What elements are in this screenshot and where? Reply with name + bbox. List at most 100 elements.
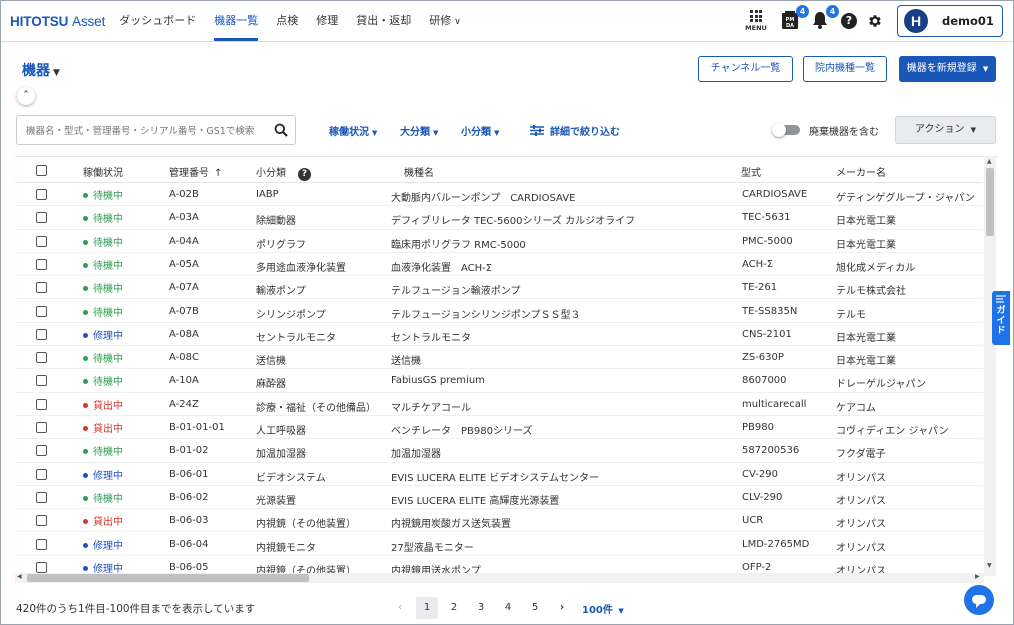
model-name-cell[interactable]: 血液浄化装置 ACH-Σ bbox=[391, 259, 492, 274]
table-row[interactable]: 待機中 A-03A 除細動器 デフィブリレータ TEC-5600シリーズ カルジオライ… bbox=[15, 206, 983, 230]
row-checkbox[interactable] bbox=[36, 189, 47, 200]
vertical-scrollbar[interactable]: ▲ ▼ bbox=[984, 156, 996, 576]
previous-page-button[interactable]: ‹ bbox=[389, 597, 411, 619]
model-name-cell[interactable]: 送信機 bbox=[391, 352, 421, 367]
row-checkbox[interactable] bbox=[36, 352, 47, 364]
minor-category-filter[interactable]: 小分類 ▼ bbox=[461, 123, 499, 138]
include-disposed-toggle[interactable] bbox=[772, 123, 800, 137]
detail-filter-button[interactable]: 詳細で絞り込む bbox=[530, 123, 620, 138]
channel-list-button[interactable]: チャンネル一覧 bbox=[698, 56, 793, 82]
row-checkbox[interactable] bbox=[36, 445, 47, 457]
model-name-cell[interactable]: ベンチレータ PB980シリーズ bbox=[391, 422, 532, 437]
column-header-model-name[interactable]: 機種名 bbox=[404, 164, 434, 179]
page-number-button[interactable]: 5 bbox=[524, 597, 546, 619]
table-row[interactable]: 貸出中 B-01-01-01 人工呼吸器 ベンチレータ PB980シリーズ PB980 コ… bbox=[15, 416, 983, 440]
row-checkbox[interactable] bbox=[36, 235, 47, 247]
table-row[interactable]: 待機中 A-07B シリンジポンプ テルフュージョンシリンジポンプＳＳ型３ TE-SS8… bbox=[15, 300, 983, 323]
table-row[interactable]: 待機中 A-02B IABP 大動脈内バルーンポンプ CARDIOSAVE CARDIO… bbox=[15, 183, 983, 207]
major-category-filter[interactable]: 大分類 ▼ bbox=[400, 123, 438, 138]
chat-button[interactable] bbox=[964, 585, 994, 615]
row-checkbox[interactable] bbox=[36, 398, 47, 410]
inhouse-model-list-button[interactable]: 院内機種一覧 bbox=[803, 56, 887, 82]
table-row[interactable]: 貸出中 B-06-03 内視鏡（その他装置） 内視鏡用炭酸ガス送気装置 UCR オリンパス bbox=[15, 509, 983, 533]
row-checkbox[interactable] bbox=[36, 561, 47, 573]
row-checkbox[interactable] bbox=[36, 422, 47, 433]
model-name-cell[interactable]: 大動脈内バルーンポンプ CARDIOSAVE bbox=[391, 189, 575, 204]
model-name-cell[interactable]: 内視鏡用炭酸ガス送気装置 bbox=[391, 515, 511, 530]
search-input[interactable]: 機器名・型式・管理番号・シリアル番号・GS1で検索 bbox=[16, 115, 296, 145]
nav-item-3[interactable]: 修理 bbox=[316, 1, 338, 42]
nav-item-2[interactable]: 点検 bbox=[276, 1, 298, 42]
select-all-checkbox[interactable] bbox=[36, 165, 47, 176]
model-name-cell[interactable]: 27型液晶モニター bbox=[391, 539, 474, 554]
table-row[interactable]: 待機中 A-05A 多用途血液浄化装置 血液浄化装置 ACH-Σ ACH-Σ 旭化成メディ… bbox=[15, 253, 983, 277]
search-icon[interactable] bbox=[272, 123, 290, 137]
gear-icon[interactable] bbox=[867, 13, 883, 29]
user-menu-button[interactable]: H demo01 bbox=[897, 5, 1003, 37]
per-page-select[interactable]: 100件 ▼ bbox=[582, 601, 624, 616]
horizontal-scrollbar-thumb[interactable] bbox=[27, 574, 309, 582]
table-row[interactable]: 修理中 B-06-04 内視鏡モニタ 27型液晶モニター LMD-2765MD オリンパス bbox=[15, 533, 983, 556]
row-checkbox[interactable] bbox=[36, 538, 47, 550]
table-row[interactable]: 修理中 B-06-01 ビデオシステム EVIS LUCERA ELITE ビデオシス… bbox=[15, 463, 983, 486]
nav-item-5[interactable]: 研修 ∨ bbox=[429, 1, 461, 42]
model-name-cell[interactable]: テルフュージョン輸液ポンプ bbox=[391, 282, 521, 297]
logo[interactable]: HITOTSU Asset bbox=[10, 14, 105, 29]
scroll-up-arrow-icon[interactable]: ▲ bbox=[987, 158, 992, 165]
row-checkbox[interactable] bbox=[36, 515, 47, 527]
nav-item-1[interactable]: 機器一覧 bbox=[214, 1, 259, 42]
model-name-cell[interactable]: 臨床用ポリグラフ RMC-5000 bbox=[391, 236, 526, 251]
model-name-cell[interactable]: EVIS LUCERA ELITE 高輝度光源装置 bbox=[391, 492, 559, 507]
row-checkbox[interactable] bbox=[36, 375, 47, 387]
horizontal-scrollbar[interactable]: ◀ ▶ bbox=[15, 573, 984, 583]
nav-item-0[interactable]: ダッシュボード bbox=[119, 1, 196, 42]
model-name-cell[interactable]: 加温加湿器 bbox=[391, 445, 441, 460]
nav-item-4[interactable]: 貸出・返却 bbox=[356, 1, 411, 42]
scroll-right-arrow-icon[interactable]: ▶ bbox=[975, 573, 980, 580]
table-row[interactable]: 修理中 A-08A セントラルモニタ セントラルモニタ CNS-2101 日本光電工業 bbox=[15, 323, 983, 347]
model-name-cell[interactable]: マルチケアコール bbox=[391, 399, 471, 414]
model-name-cell[interactable]: デフィブリレータ TEC-5600シリーズ カルジオライフ bbox=[391, 212, 635, 227]
next-page-button[interactable]: › bbox=[551, 597, 573, 619]
notification-button[interactable]: 4 bbox=[811, 5, 839, 32]
row-checkbox[interactable] bbox=[36, 212, 47, 224]
page-number-button[interactable]: 4 bbox=[497, 597, 519, 619]
menu-button[interactable]: MENU bbox=[741, 10, 771, 32]
status-filter[interactable]: 稼働状況 ▼ bbox=[329, 123, 377, 138]
guide-tab[interactable]: ガイド bbox=[992, 291, 1010, 345]
page-number-button[interactable]: 2 bbox=[443, 597, 465, 619]
help-icon[interactable]: ? bbox=[841, 13, 857, 29]
column-header-maker[interactable]: メーカー名 bbox=[836, 164, 886, 179]
table-row[interactable]: 貸出中 A-24Z 診療・福祉（その他備品） マルチケアコール multicarecal… bbox=[15, 393, 983, 416]
vertical-scrollbar-thumb[interactable] bbox=[986, 168, 994, 236]
action-button[interactable]: アクション ▼ bbox=[895, 116, 996, 144]
table-row[interactable]: 待機中 A-10A 麻酔器 FabiusGS premium 8607000 ドレーゲルジ… bbox=[15, 369, 983, 393]
model-name-cell[interactable]: FabiusGS premium bbox=[391, 375, 485, 386]
pmda-button[interactable]: PM DA 4 bbox=[781, 5, 809, 32]
register-new-device-button[interactable]: 機器を新規登録 ▼ bbox=[899, 56, 996, 82]
scroll-down-arrow-icon[interactable]: ▼ bbox=[987, 562, 992, 569]
help-icon[interactable]: ? bbox=[298, 168, 311, 181]
row-checkbox[interactable] bbox=[36, 328, 47, 340]
column-header-model-type[interactable]: 型式 bbox=[741, 164, 761, 179]
page-title[interactable]: 機器 ▼ bbox=[22, 60, 60, 80]
row-checkbox[interactable] bbox=[36, 282, 47, 294]
table-row[interactable]: 待機中 A-04A ポリグラフ 臨床用ポリグラフ RMC-5000 PMC-5000 日本… bbox=[15, 230, 983, 253]
collapse-button[interactable]: ⌃ bbox=[17, 87, 35, 105]
table-row[interactable]: 待機中 A-07A 輸液ポンプ テルフュージョン輸液ポンプ TE-261 テルモ株式会社 bbox=[15, 276, 983, 300]
row-checkbox[interactable] bbox=[36, 258, 47, 270]
page-number-button[interactable]: 3 bbox=[470, 597, 492, 619]
column-header-subcategory[interactable]: 小分類? bbox=[256, 164, 311, 181]
column-header-status[interactable]: 稼働状況 bbox=[83, 164, 123, 179]
row-checkbox[interactable] bbox=[36, 491, 47, 503]
sort-ascending-icon[interactable]: ↑ bbox=[214, 168, 222, 179]
table-row[interactable]: 待機中 A-08C 送信機 送信機 ZS-630P 日本光電工業 bbox=[15, 346, 983, 370]
row-checkbox[interactable] bbox=[36, 468, 47, 480]
model-name-cell[interactable]: セントラルモニタ bbox=[391, 329, 471, 344]
table-row[interactable]: 待機中 B-06-02 光源装置 EVIS LUCERA ELITE 高輝度光源装置 C… bbox=[15, 486, 983, 510]
model-name-cell[interactable]: テルフュージョンシリンジポンプＳＳ型３ bbox=[391, 306, 581, 321]
scroll-left-arrow-icon[interactable]: ◀ bbox=[17, 573, 22, 580]
row-checkbox[interactable] bbox=[36, 305, 47, 317]
page-number-button[interactable]: 1 bbox=[416, 597, 438, 619]
model-name-cell[interactable]: EVIS LUCERA ELITE ビデオシステムセンター bbox=[391, 469, 599, 484]
